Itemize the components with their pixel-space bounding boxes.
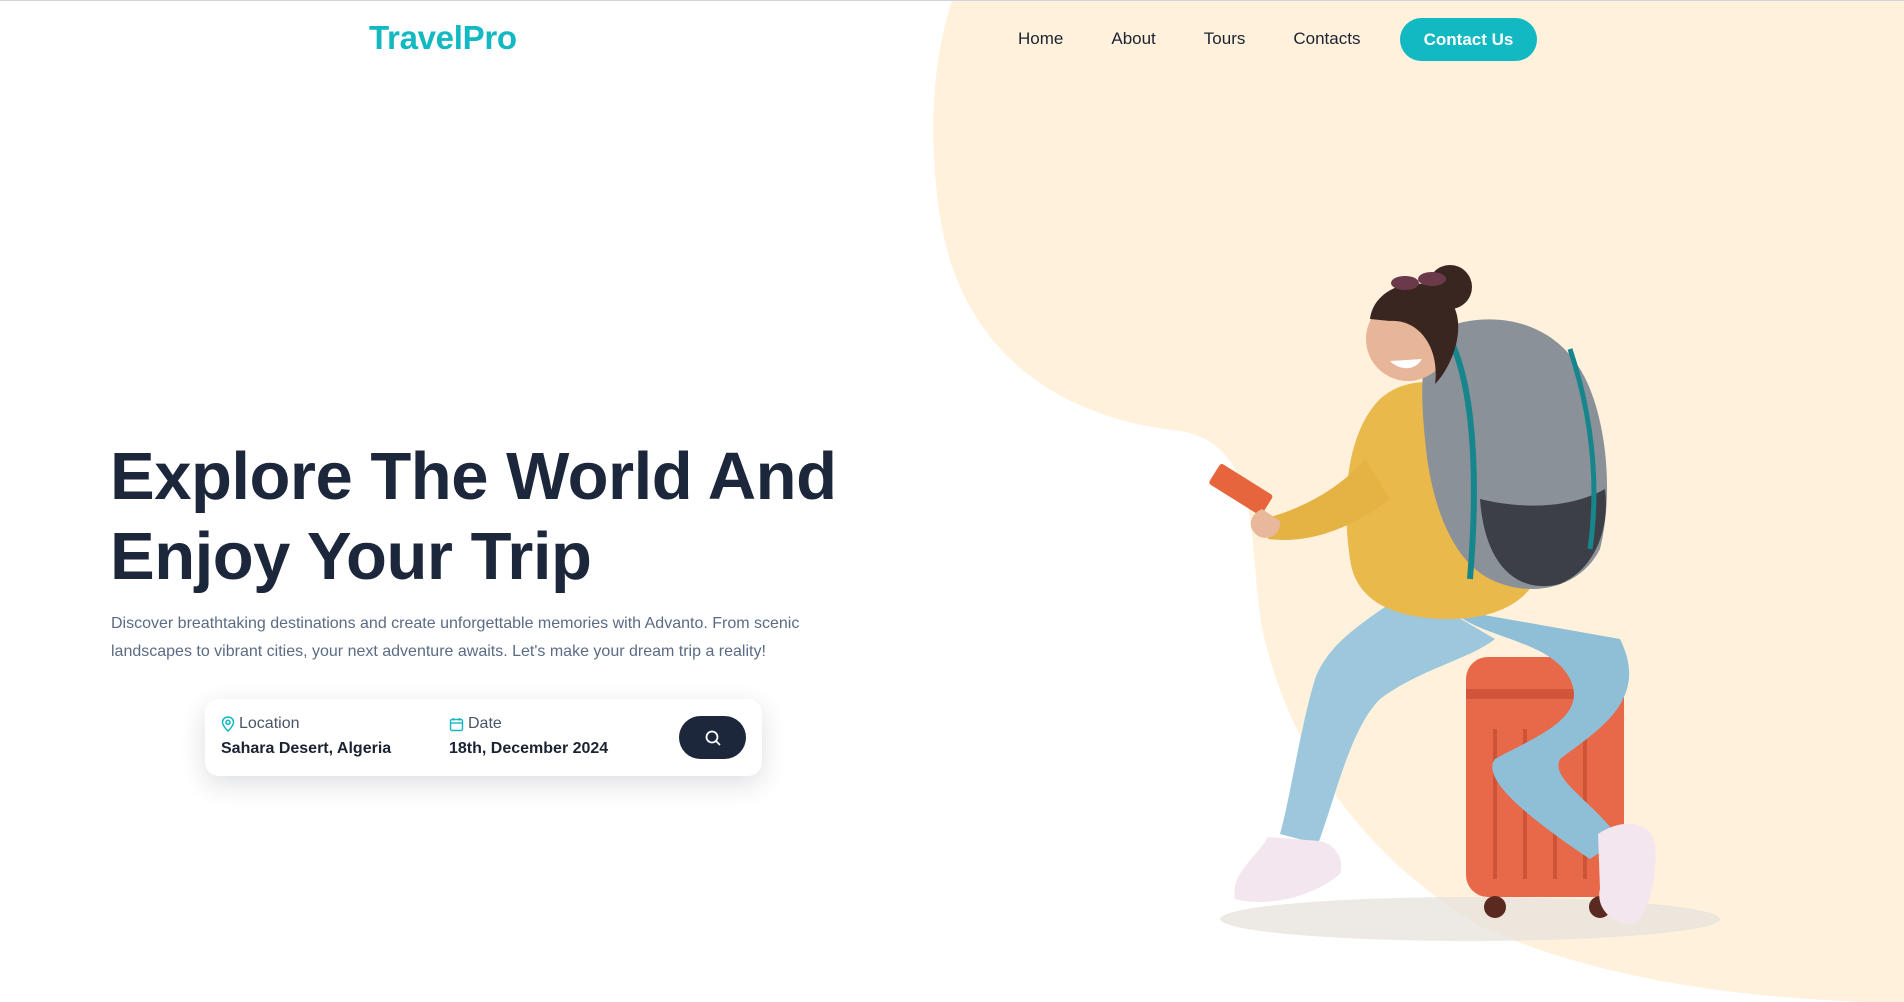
date-value: 18th, December 2024 [449, 740, 609, 757]
date-field[interactable]: Date 18th, December 2024 [449, 713, 608, 758]
nav-contacts-link[interactable]: Contacts [1293, 29, 1360, 49]
main-nav: Home About Tours Contacts [1018, 29, 1408, 49]
search-card: Location Sahara Desert, Algeria Date 18t… [205, 699, 762, 776]
calendar-icon [449, 717, 464, 731]
map-pin-icon [221, 716, 235, 732]
location-value: Sahara Desert, Algeria [221, 740, 392, 757]
hero-description: Discover breathtaking destinations and c… [111, 615, 800, 660]
location-label: Location [239, 715, 300, 732]
search-icon [705, 730, 720, 745]
location-field[interactable]: Location Sahara Desert, Algeria [221, 713, 391, 758]
date-label: Date [468, 715, 502, 732]
landing-page: TravelPro Home About Tours Contacts Cont… [0, 0, 1904, 1002]
traveler-illustration [1209, 265, 1720, 941]
search-button[interactable] [679, 716, 746, 759]
contact-us-button[interactable]: Contact Us [1400, 18, 1537, 61]
nav-tours-link[interactable]: Tours [1204, 29, 1246, 49]
nav-home-link[interactable]: Home [1018, 29, 1063, 49]
logo[interactable]: TravelPro [369, 19, 517, 57]
nav-about-link[interactable]: About [1111, 29, 1155, 49]
hero-title: Explore The World And Enjoy Your Trip [110, 439, 837, 594]
